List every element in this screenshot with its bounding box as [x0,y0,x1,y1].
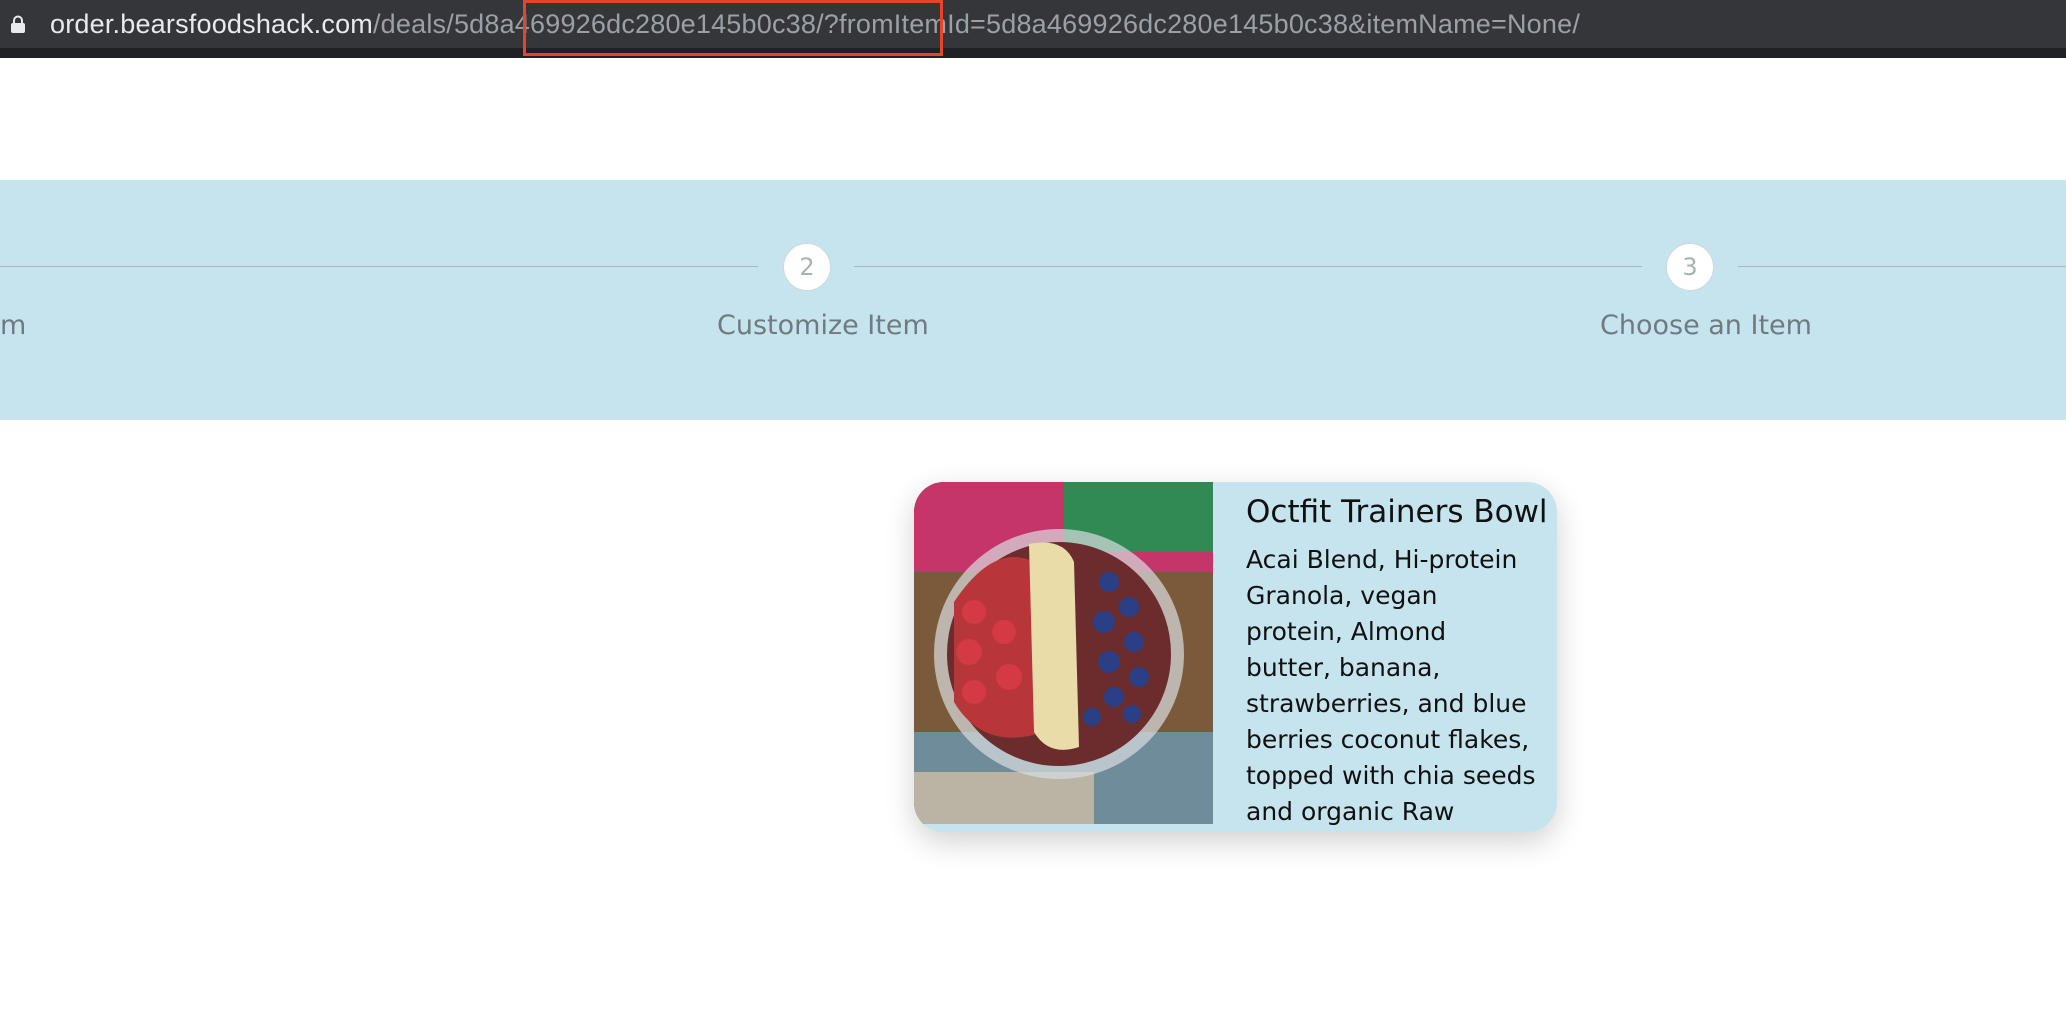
step-2-label[interactable]: Customize Item [717,310,929,341]
highlight-box [523,0,943,56]
browser-url-bar: order.bearsfoodshack.com/deals/5d8a46992… [0,0,2066,58]
steps-progress-band: m 2 Customize Item 3 Choose an Item [0,180,2066,420]
url-path-prefix: /deals/ [372,9,454,39]
step-connector-line [0,266,758,267]
step-2-number[interactable]: 2 [783,243,831,291]
step-connector-line [1738,266,2066,267]
step-1-label[interactable]: m [0,310,26,341]
step-connector-line [854,266,1642,267]
item-card[interactable]: Octfit Trainers Bowl Acai Blend, Hi-prot… [914,482,1557,832]
item-description: Acai Blend, Hi-protein Granola, vegan pr… [1246,545,1536,826]
item-title: Octfit Trainers Bowl [1246,494,1548,530]
acai-bowl-image [914,482,1213,824]
step-3-number[interactable]: 3 [1666,243,1714,291]
url-host: order.bearsfoodshack.com [50,9,373,39]
step-3-label[interactable]: Choose an Item [1600,310,1812,341]
lock-icon [11,15,25,33]
address-field[interactable]: order.bearsfoodshack.com/deals/5d8a46992… [0,0,2066,48]
